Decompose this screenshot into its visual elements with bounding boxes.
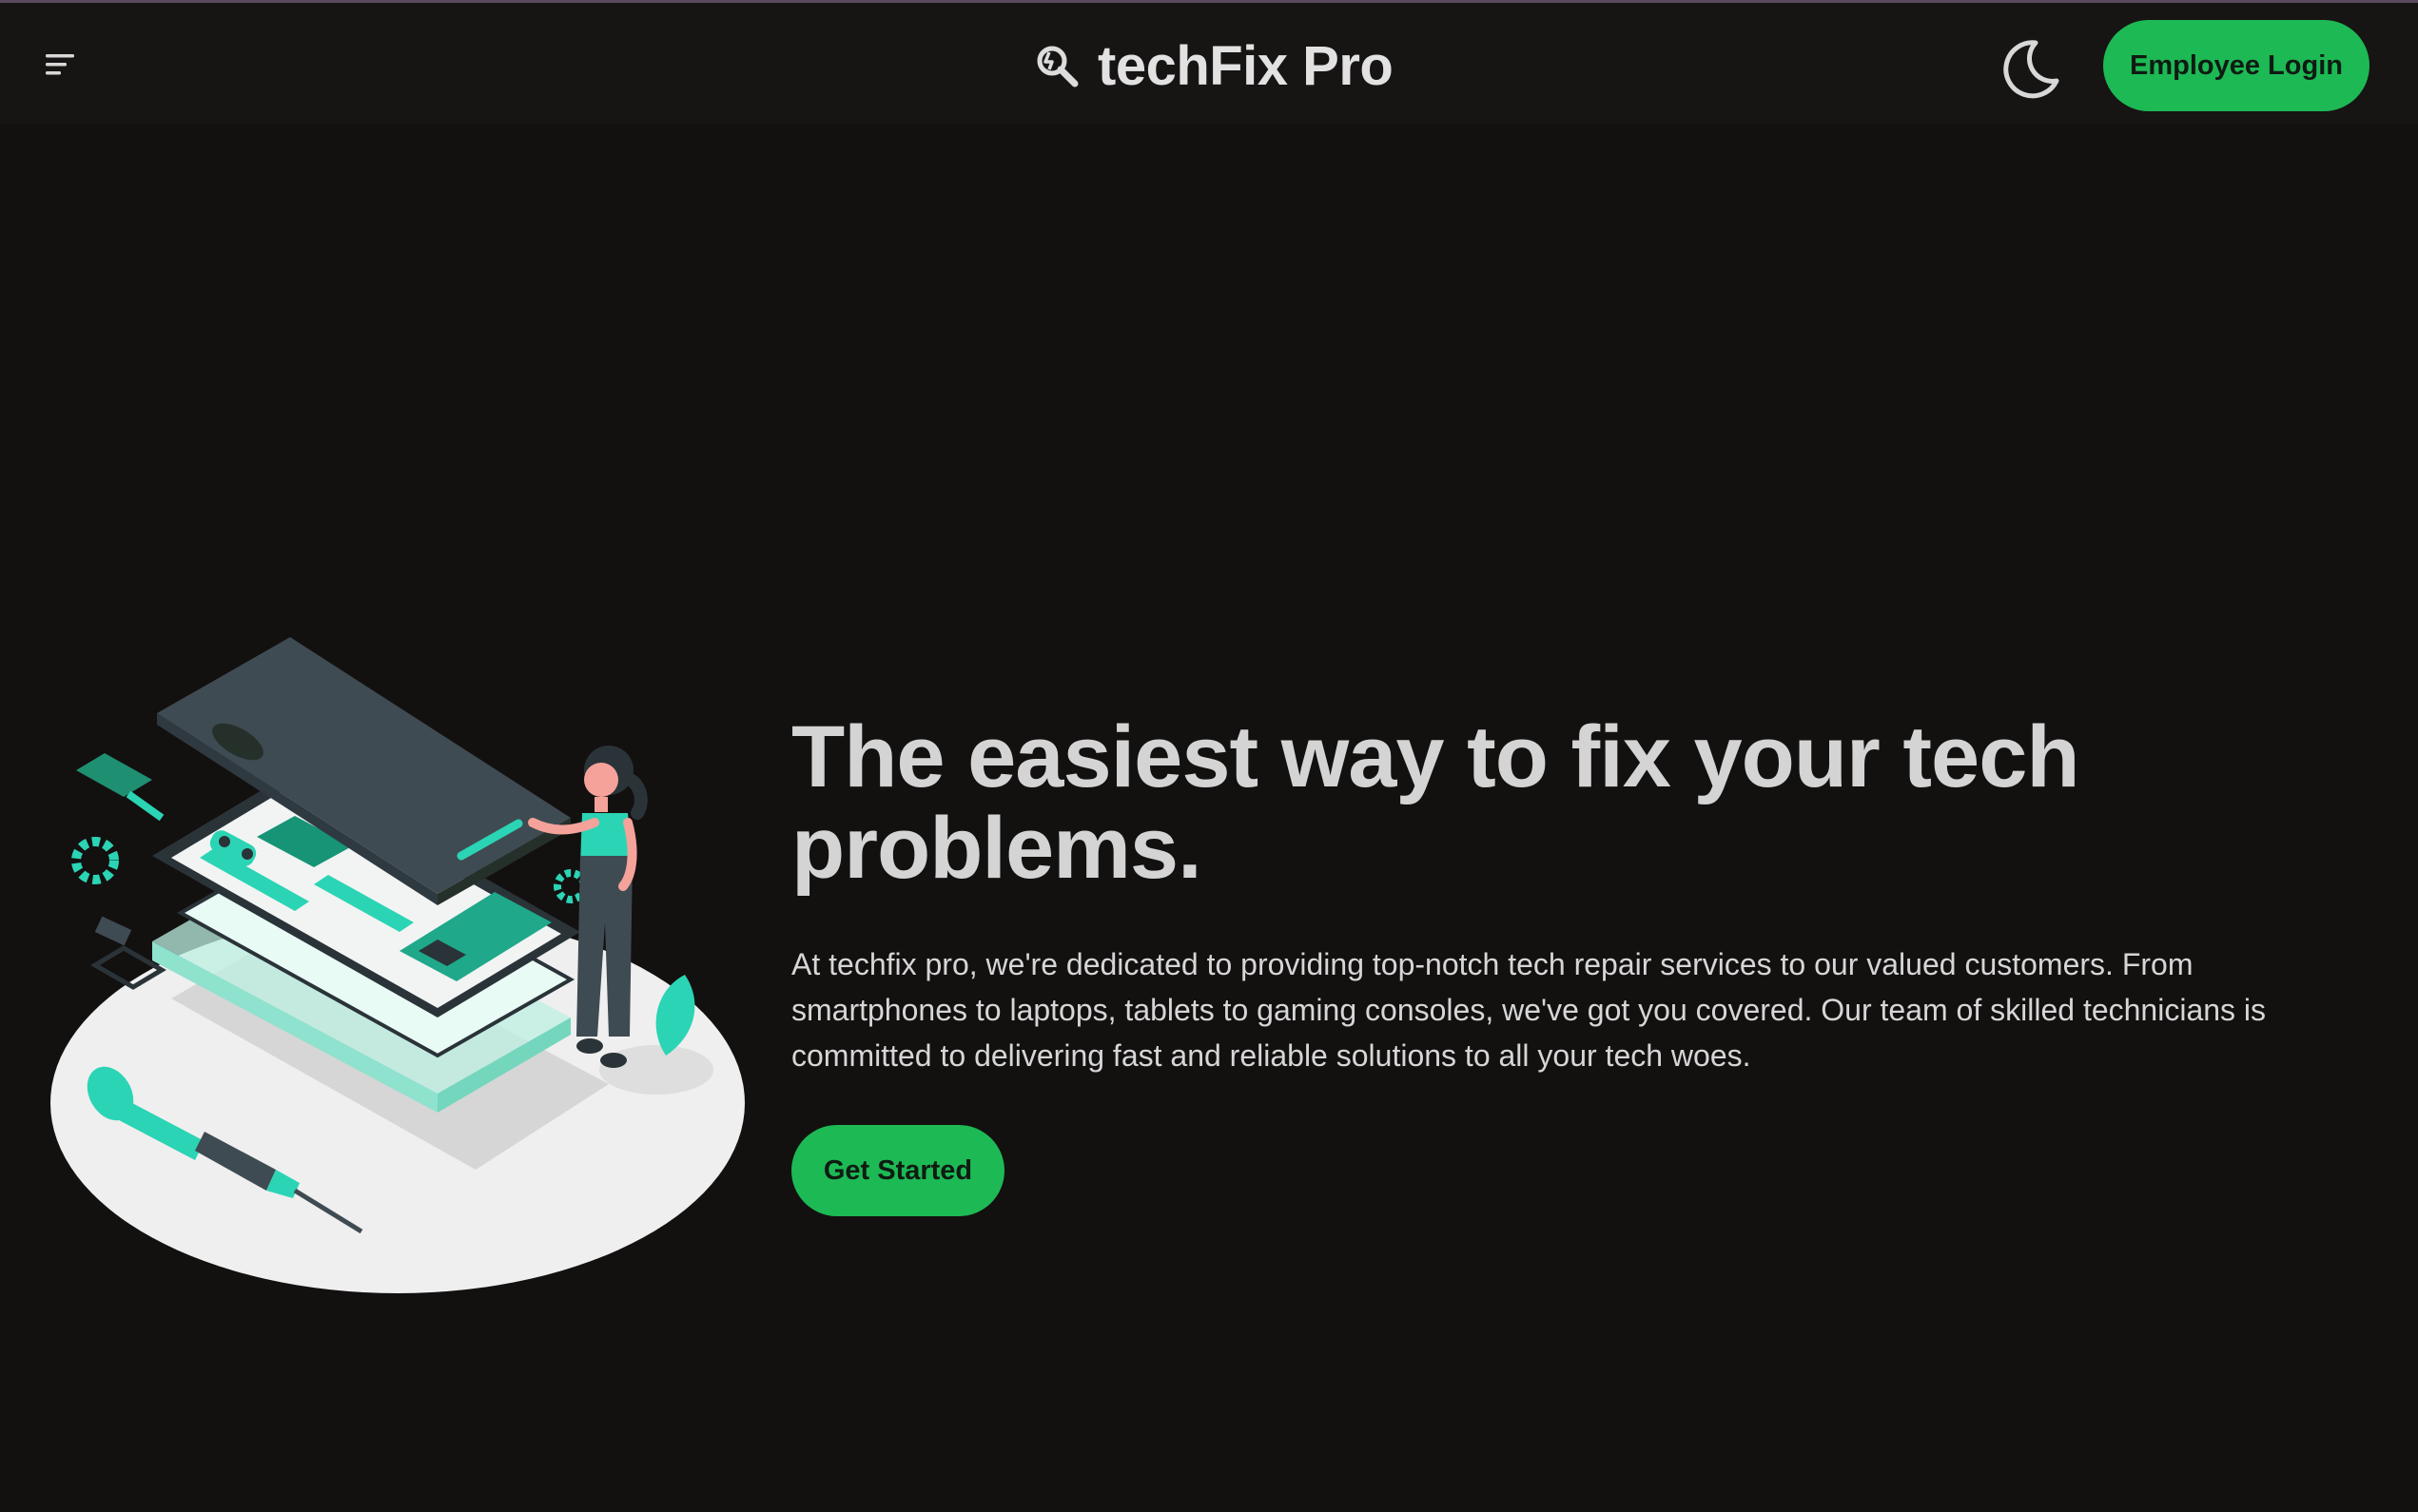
menu-button[interactable] xyxy=(42,45,80,83)
employee-login-button[interactable]: Employee Login xyxy=(2103,20,2369,111)
navbar: techFix Pro Employee Login xyxy=(0,3,2418,124)
wrench-search-icon xyxy=(1037,46,1079,87)
get-started-button[interactable]: Get Started xyxy=(791,1125,1004,1216)
phone-repair-illustration xyxy=(38,637,761,1303)
hero-headline: The easiest way to fix your tech problem… xyxy=(791,708,2080,897)
moon-icon xyxy=(2003,40,2059,99)
brand-name: techFix Pro xyxy=(1098,34,1394,97)
brand-logo[interactable]: techFix Pro xyxy=(1033,31,1394,100)
theme-toggle-button[interactable] xyxy=(1994,35,2062,104)
menu-icon xyxy=(46,54,74,75)
hero-description: At techfix pro, we're dedicated to provi… xyxy=(791,947,2267,1073)
